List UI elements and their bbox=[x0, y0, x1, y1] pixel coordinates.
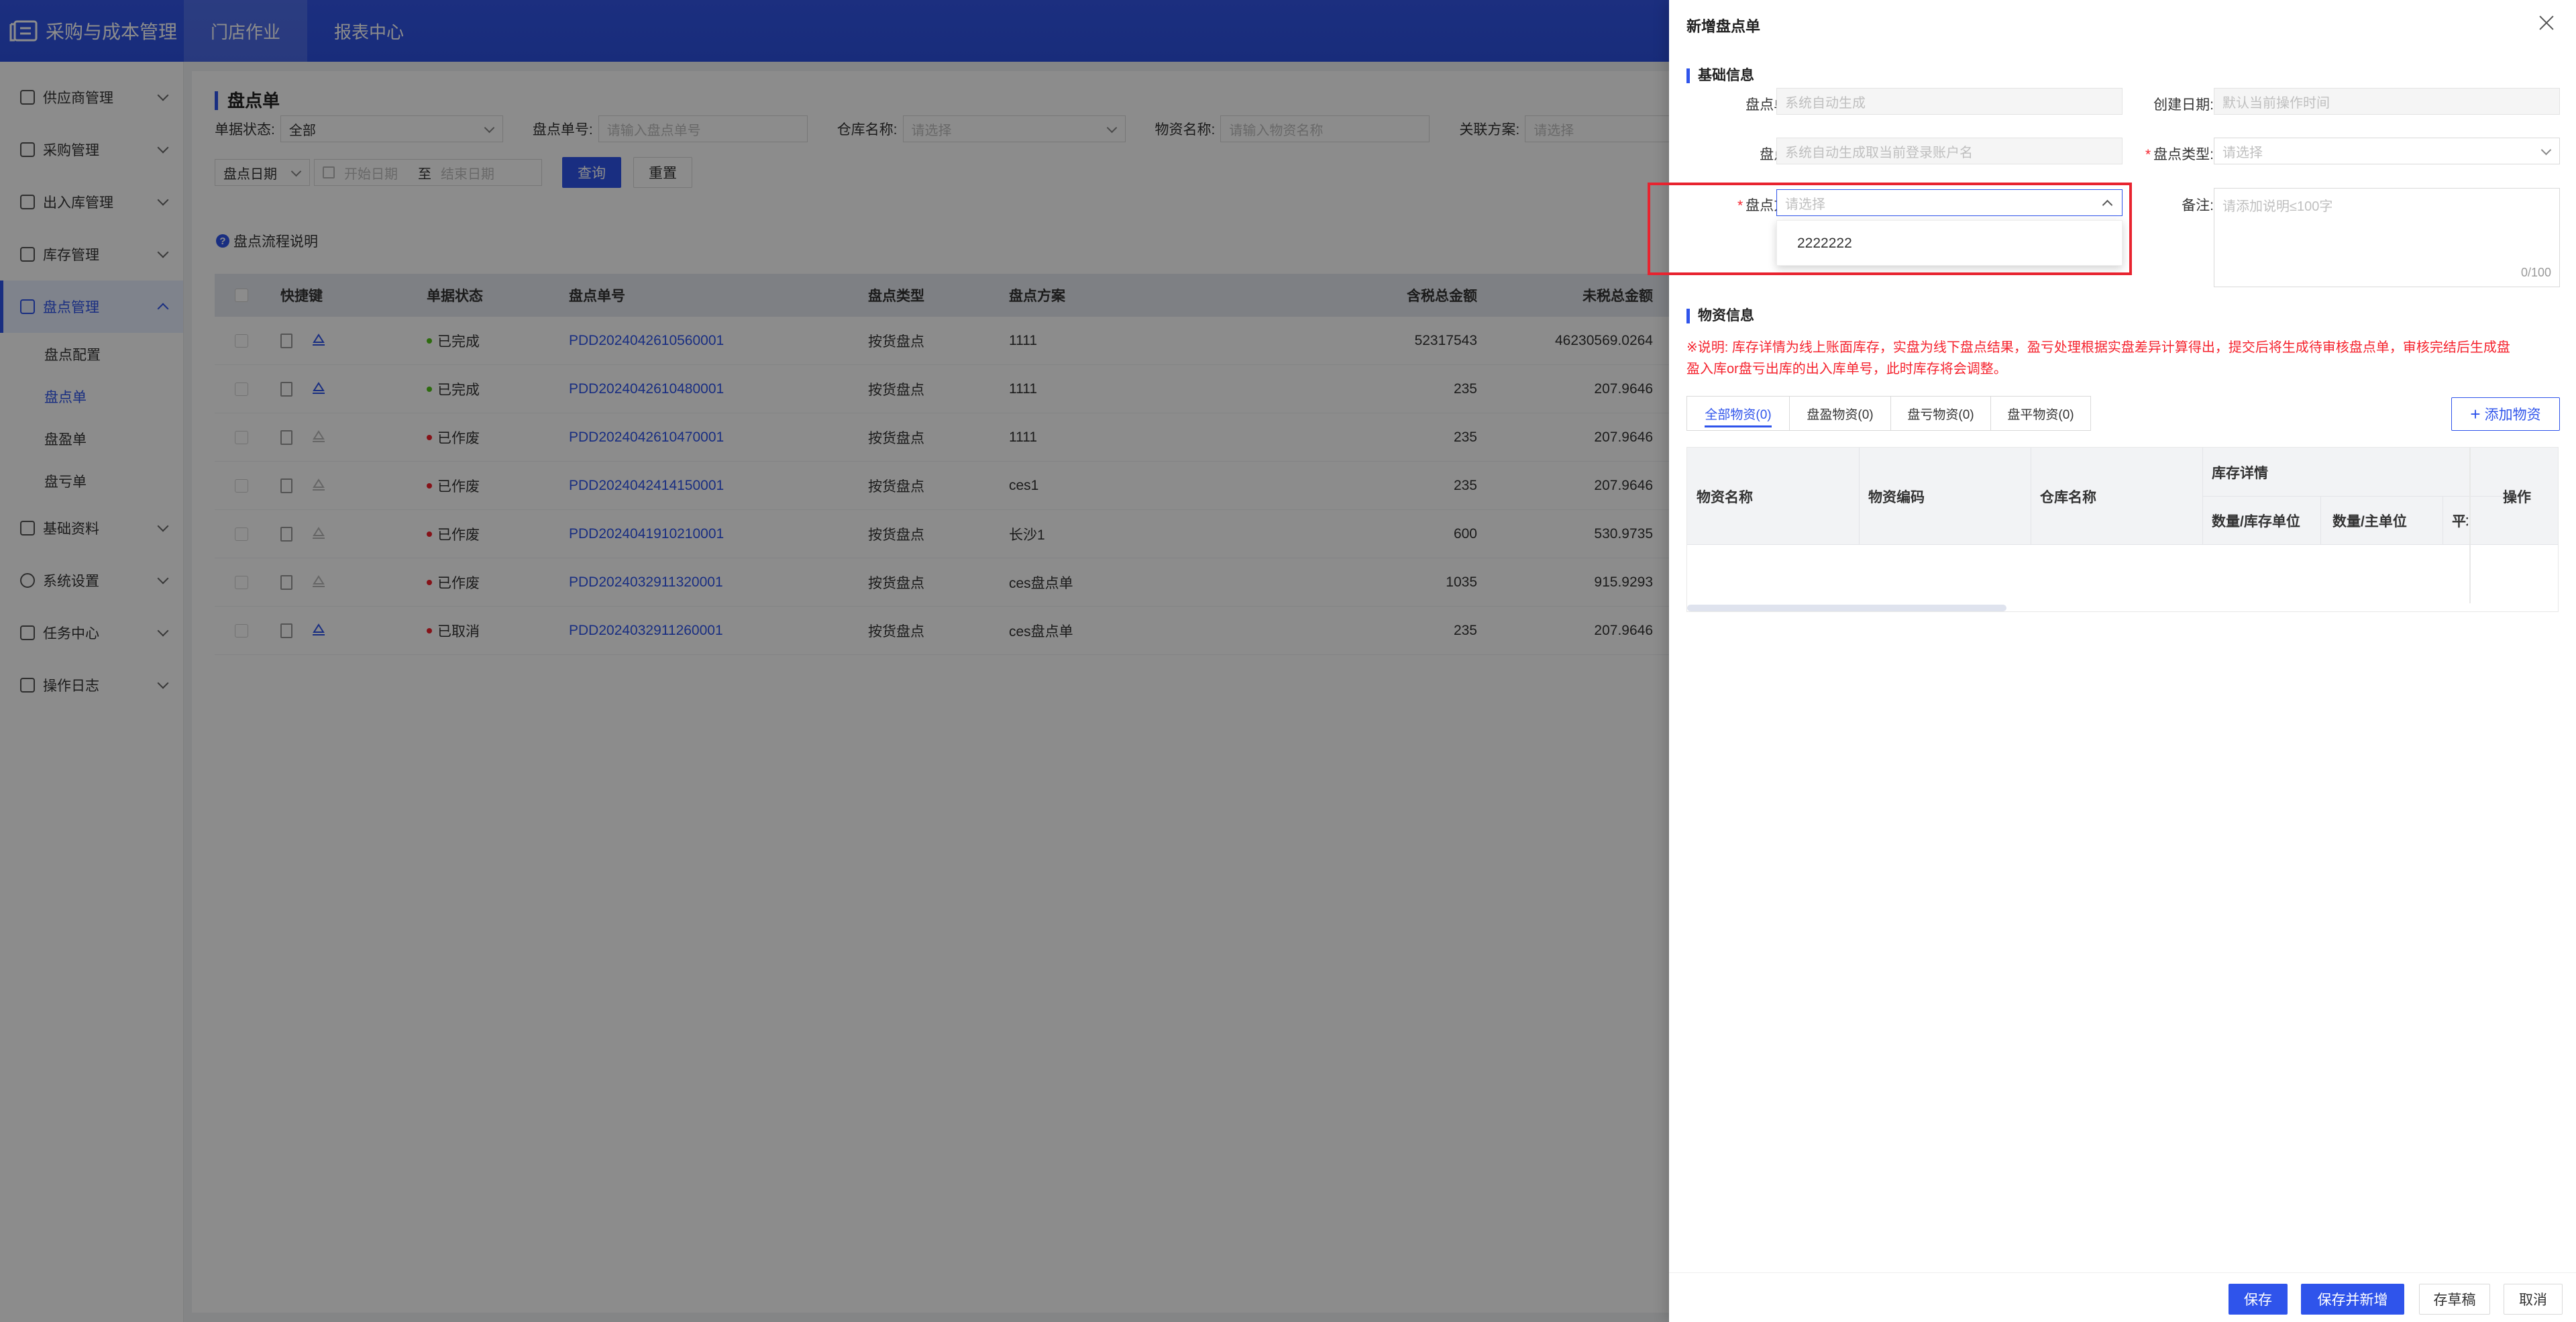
new-stocktake-drawer: 新增盘点单 基础信息 盘点单号: 系统自动生成 创建日期: 默认当前操作时间 盘… bbox=[1648, 0, 2576, 1322]
save-button[interactable]: 保存 bbox=[2229, 1284, 2288, 1315]
tab-surplus[interactable]: 盘盈物资(0) bbox=[1789, 396, 1891, 431]
drawer-title: 新增盘点单 bbox=[1686, 18, 1761, 35]
drawer-person-input: 系统自动生成取当前登录账户名 bbox=[1776, 138, 2123, 164]
modal-mask[interactable] bbox=[0, 0, 1669, 1322]
add-material-button[interactable]: + 添加物资 bbox=[2451, 397, 2560, 431]
tab-all[interactable]: 全部物资(0) bbox=[1686, 396, 1790, 431]
tab-even[interactable]: 盘平物资(0) bbox=[1990, 396, 2091, 431]
save-draft-button[interactable]: 存草稿 bbox=[2419, 1284, 2490, 1315]
tab-loss[interactable]: 盘亏物资(0) bbox=[1890, 396, 1991, 431]
drawer-footer: 保存 保存并新增 存草稿 取消 bbox=[1669, 1272, 2576, 1322]
cancel-button[interactable]: 取消 bbox=[2504, 1284, 2563, 1315]
material-info-title: 物资信息 bbox=[1686, 309, 1754, 323]
notice-text: ※说明: 库存详情为线上账面库存，实盘为线下盘点结果，盈亏处理根据实盘差异计算得… bbox=[1686, 340, 2510, 376]
material-tabs: 全部物资(0) 盘盈物资(0) 盘亏物资(0) 盘平物资(0) bbox=[1686, 396, 2091, 431]
drawer-date-input: 默认当前操作时间 bbox=[2214, 88, 2560, 115]
type-label: * 盘点类型: bbox=[2145, 147, 2214, 162]
drawer-type-select[interactable]: 请选择 bbox=[2214, 138, 2560, 164]
remark-textarea[interactable]: 请添加说明≤100字 0/100 bbox=[2214, 188, 2560, 287]
plus-icon: + bbox=[2470, 403, 2481, 424]
remark-counter: 0/100 bbox=[2520, 266, 2551, 279]
highlight-annotation bbox=[1648, 183, 2132, 275]
save-and-new-button[interactable]: 保存并新增 bbox=[2301, 1284, 2404, 1315]
remark-label: 备注: bbox=[2182, 198, 2214, 213]
close-icon[interactable] bbox=[2537, 13, 2556, 32]
date-label: 创建日期: bbox=[2153, 97, 2214, 113]
basic-info-title: 基础信息 bbox=[1686, 68, 1754, 83]
chevron-down-icon bbox=[2540, 144, 2552, 156]
drawer-no-input: 系统自动生成 bbox=[1776, 88, 2123, 115]
